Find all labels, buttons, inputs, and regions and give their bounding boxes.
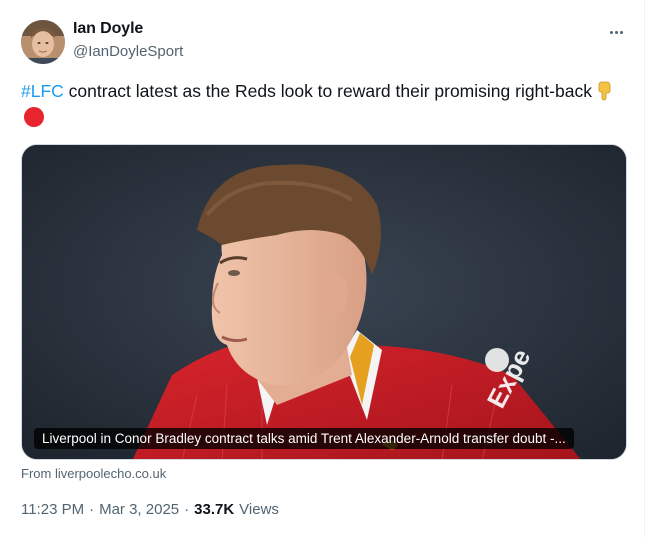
avatar[interactable] [21, 20, 65, 64]
meta-separator: · [89, 501, 95, 518]
tweet-time[interactable]: 11:23 PM [21, 501, 84, 518]
tweet-text: #LFC contract latest as the Reds look to… [21, 78, 621, 130]
tweet-body: contract latest as the Reds look to rewa… [63, 81, 592, 101]
tweet-card: Ian Doyle @IanDoyleSport #LFC contract l… [0, 0, 648, 537]
author-name[interactable]: Ian Doyle [73, 20, 143, 38]
link-preview-caption: Liverpool in Conor Bradley contract talk… [34, 428, 574, 449]
card-border [644, 0, 645, 537]
tweet-date[interactable]: Mar 3, 2025 [99, 501, 179, 518]
link-source[interactable]: From liverpoolecho.co.uk [21, 466, 166, 481]
red-circle-emoji [24, 107, 44, 127]
more-icon[interactable] [604, 22, 628, 42]
meta-separator: · [184, 501, 190, 518]
views-count: 33.7K [194, 501, 235, 518]
backhand-pointing-down-emoji [596, 81, 614, 101]
link-preview-image[interactable]: Expe Liverpool in Conor Bradley contract… [21, 144, 627, 460]
views-label: Views [239, 501, 279, 518]
tweet-metadata: 11:23 PM · Mar 3, 2025 · 33.7K Views [21, 501, 279, 518]
author-handle[interactable]: @IanDoyleSport [73, 43, 183, 60]
hashtag-link[interactable]: #LFC [21, 81, 64, 101]
